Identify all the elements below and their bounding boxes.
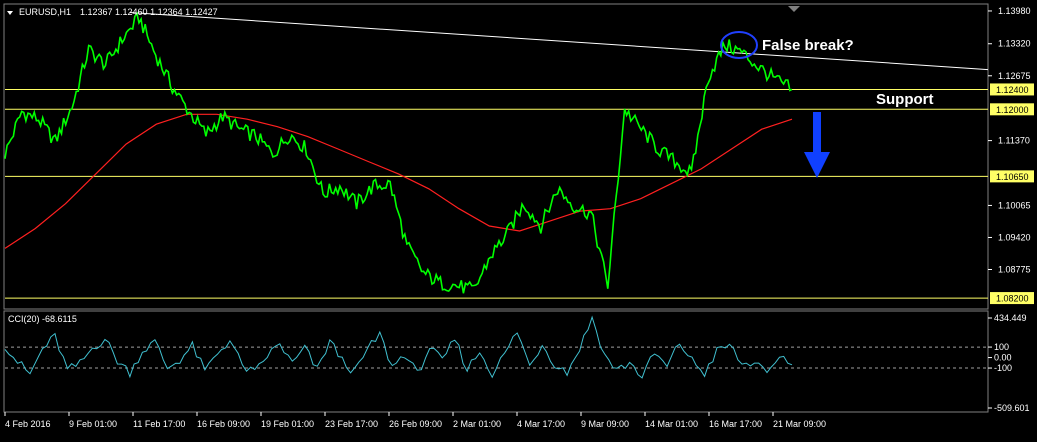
- level-price-label: 1.10650: [996, 172, 1029, 182]
- cci-y-tick-label: -509.601: [994, 403, 1030, 413]
- chart-root: 1.13980 1.13320 1.12675 1.11370 1.10065 1.094…: [0, 0, 1037, 437]
- ohlc-values: 1.12367 1.12460 1.12364 1.12427: [80, 7, 218, 17]
- x-tick-label: 4 Feb 2016: [5, 419, 51, 429]
- level-price-label: 1.12000: [996, 105, 1029, 115]
- false-break-annotation: False break?: [762, 37, 854, 54]
- price-chart[interactable]: 1.13980 1.13320 1.12675 1.11370 1.10065 1.094…: [0, 0, 1037, 437]
- x-tick-label: 2 Mar 01:00: [453, 419, 501, 429]
- y-tick-label: 1.10065: [998, 200, 1031, 210]
- symbol-label: EURUSD,H1: [19, 7, 71, 17]
- y-tick-label: 1.12675: [998, 71, 1031, 81]
- support-annotation: Support: [876, 91, 934, 108]
- x-tick-label: 16 Mar 17:00: [709, 419, 762, 429]
- cci-y-tick-label: 434.449: [994, 313, 1027, 323]
- level-price-label: 1.08200: [996, 294, 1029, 304]
- y-tick-label: 1.08775: [998, 265, 1031, 275]
- x-tick-label: 16 Feb 09:00: [197, 419, 250, 429]
- level-price-label: 1.12400: [996, 85, 1029, 95]
- x-tick-label: 26 Feb 09:00: [389, 419, 442, 429]
- x-tick-label: 9 Feb 01:00: [69, 419, 117, 429]
- cci-y-tick-label: 100: [994, 342, 1009, 352]
- y-tick-label: 1.13320: [998, 39, 1031, 49]
- x-tick-label: 23 Feb 17:00: [325, 419, 378, 429]
- x-tick-label: 4 Mar 17:00: [517, 419, 565, 429]
- cci-y-tick-label: -100: [994, 363, 1012, 373]
- x-tick-label: 19 Feb 01:00: [261, 419, 314, 429]
- cci-indicator-label: CCI(20) -68.6115: [8, 314, 77, 324]
- x-tick-label: 21 Mar 09:00: [773, 419, 826, 429]
- y-tick-label: 1.11370: [998, 136, 1030, 146]
- x-tick-label: 14 Mar 01:00: [645, 419, 698, 429]
- x-tick-label: 11 Feb 17:00: [133, 419, 185, 429]
- x-tick-label: 9 Mar 09:00: [581, 419, 629, 429]
- cci-y-tick-label: 0.00: [994, 353, 1012, 363]
- y-tick-label: 1.09420: [998, 232, 1031, 242]
- y-tick-label: 1.13980: [998, 6, 1031, 16]
